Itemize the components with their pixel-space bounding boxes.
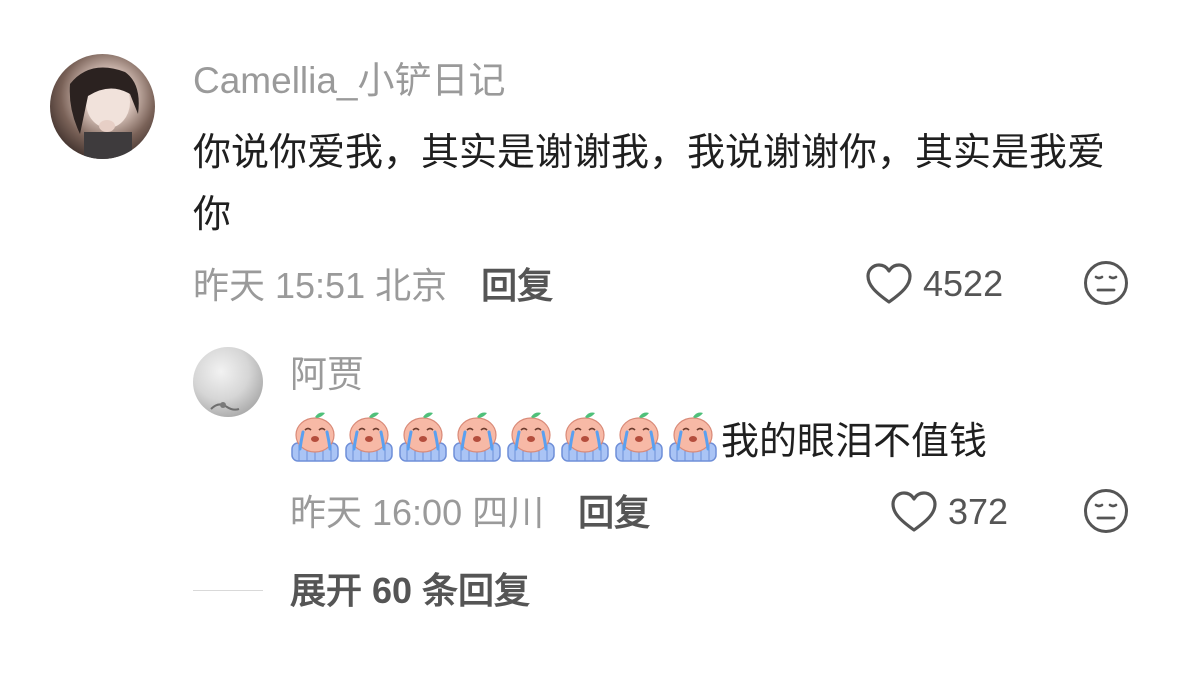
dislike-face-icon[interactable] — [1083, 488, 1129, 534]
reply-text: 我的眼泪不值钱 — [721, 420, 988, 463]
like-count: 4522 — [923, 263, 1004, 304]
avatar-portrait-icon — [69, 67, 139, 159]
replier-username[interactable]: 阿贾 — [290, 352, 364, 398]
crying-baby-emoji-icon — [291, 412, 339, 462]
crying-baby-emoji-icon — [399, 412, 447, 462]
reply-meta: 昨天 16:00 四川 回复 — [290, 485, 650, 535]
expand-replies-button[interactable]: 展开 60 条回复 — [290, 568, 530, 614]
like-button[interactable]: 4522 — [865, 259, 1003, 309]
comment-time-location: 昨天 15:51 北京 — [193, 265, 448, 306]
divider-line — [193, 590, 263, 591]
replier-avatar[interactable] — [193, 347, 263, 417]
heart-outline-icon — [891, 491, 937, 532]
comment-text: 你说你爱我，其实是谢谢我，我说谢谢你，其实是我爱你 — [193, 132, 1106, 236]
dislike-face-icon[interactable] — [1083, 260, 1129, 306]
reply-like-count: 372 — [948, 491, 1009, 532]
commenter-username[interactable]: Camellia_小铲日记 — [193, 58, 506, 104]
crying-baby-emoji-icon — [453, 412, 501, 462]
crying-baby-emoji-icon — [507, 412, 555, 462]
commenter-avatar[interactable] — [50, 54, 155, 159]
comment-meta: 昨天 15:51 北京 回复 — [193, 258, 553, 308]
reply-reply-button[interactable]: 回复 — [578, 484, 650, 536]
reply-time-location: 昨天 16:00 四川 — [290, 492, 545, 533]
crying-baby-emoji-icon — [345, 412, 393, 462]
avatar-photo-icon — [210, 402, 240, 411]
reply-like-button[interactable]: 372 — [890, 487, 1008, 537]
reply-button[interactable]: 回复 — [481, 257, 553, 309]
crying-baby-emoji-icon — [615, 412, 663, 462]
crying-baby-emoji-icon — [561, 412, 609, 462]
reply-text-row: 我的眼泪不值钱 — [289, 408, 987, 466]
emoji-row — [289, 409, 721, 465]
heart-outline-icon — [866, 263, 912, 304]
crying-baby-emoji-icon — [669, 412, 717, 462]
